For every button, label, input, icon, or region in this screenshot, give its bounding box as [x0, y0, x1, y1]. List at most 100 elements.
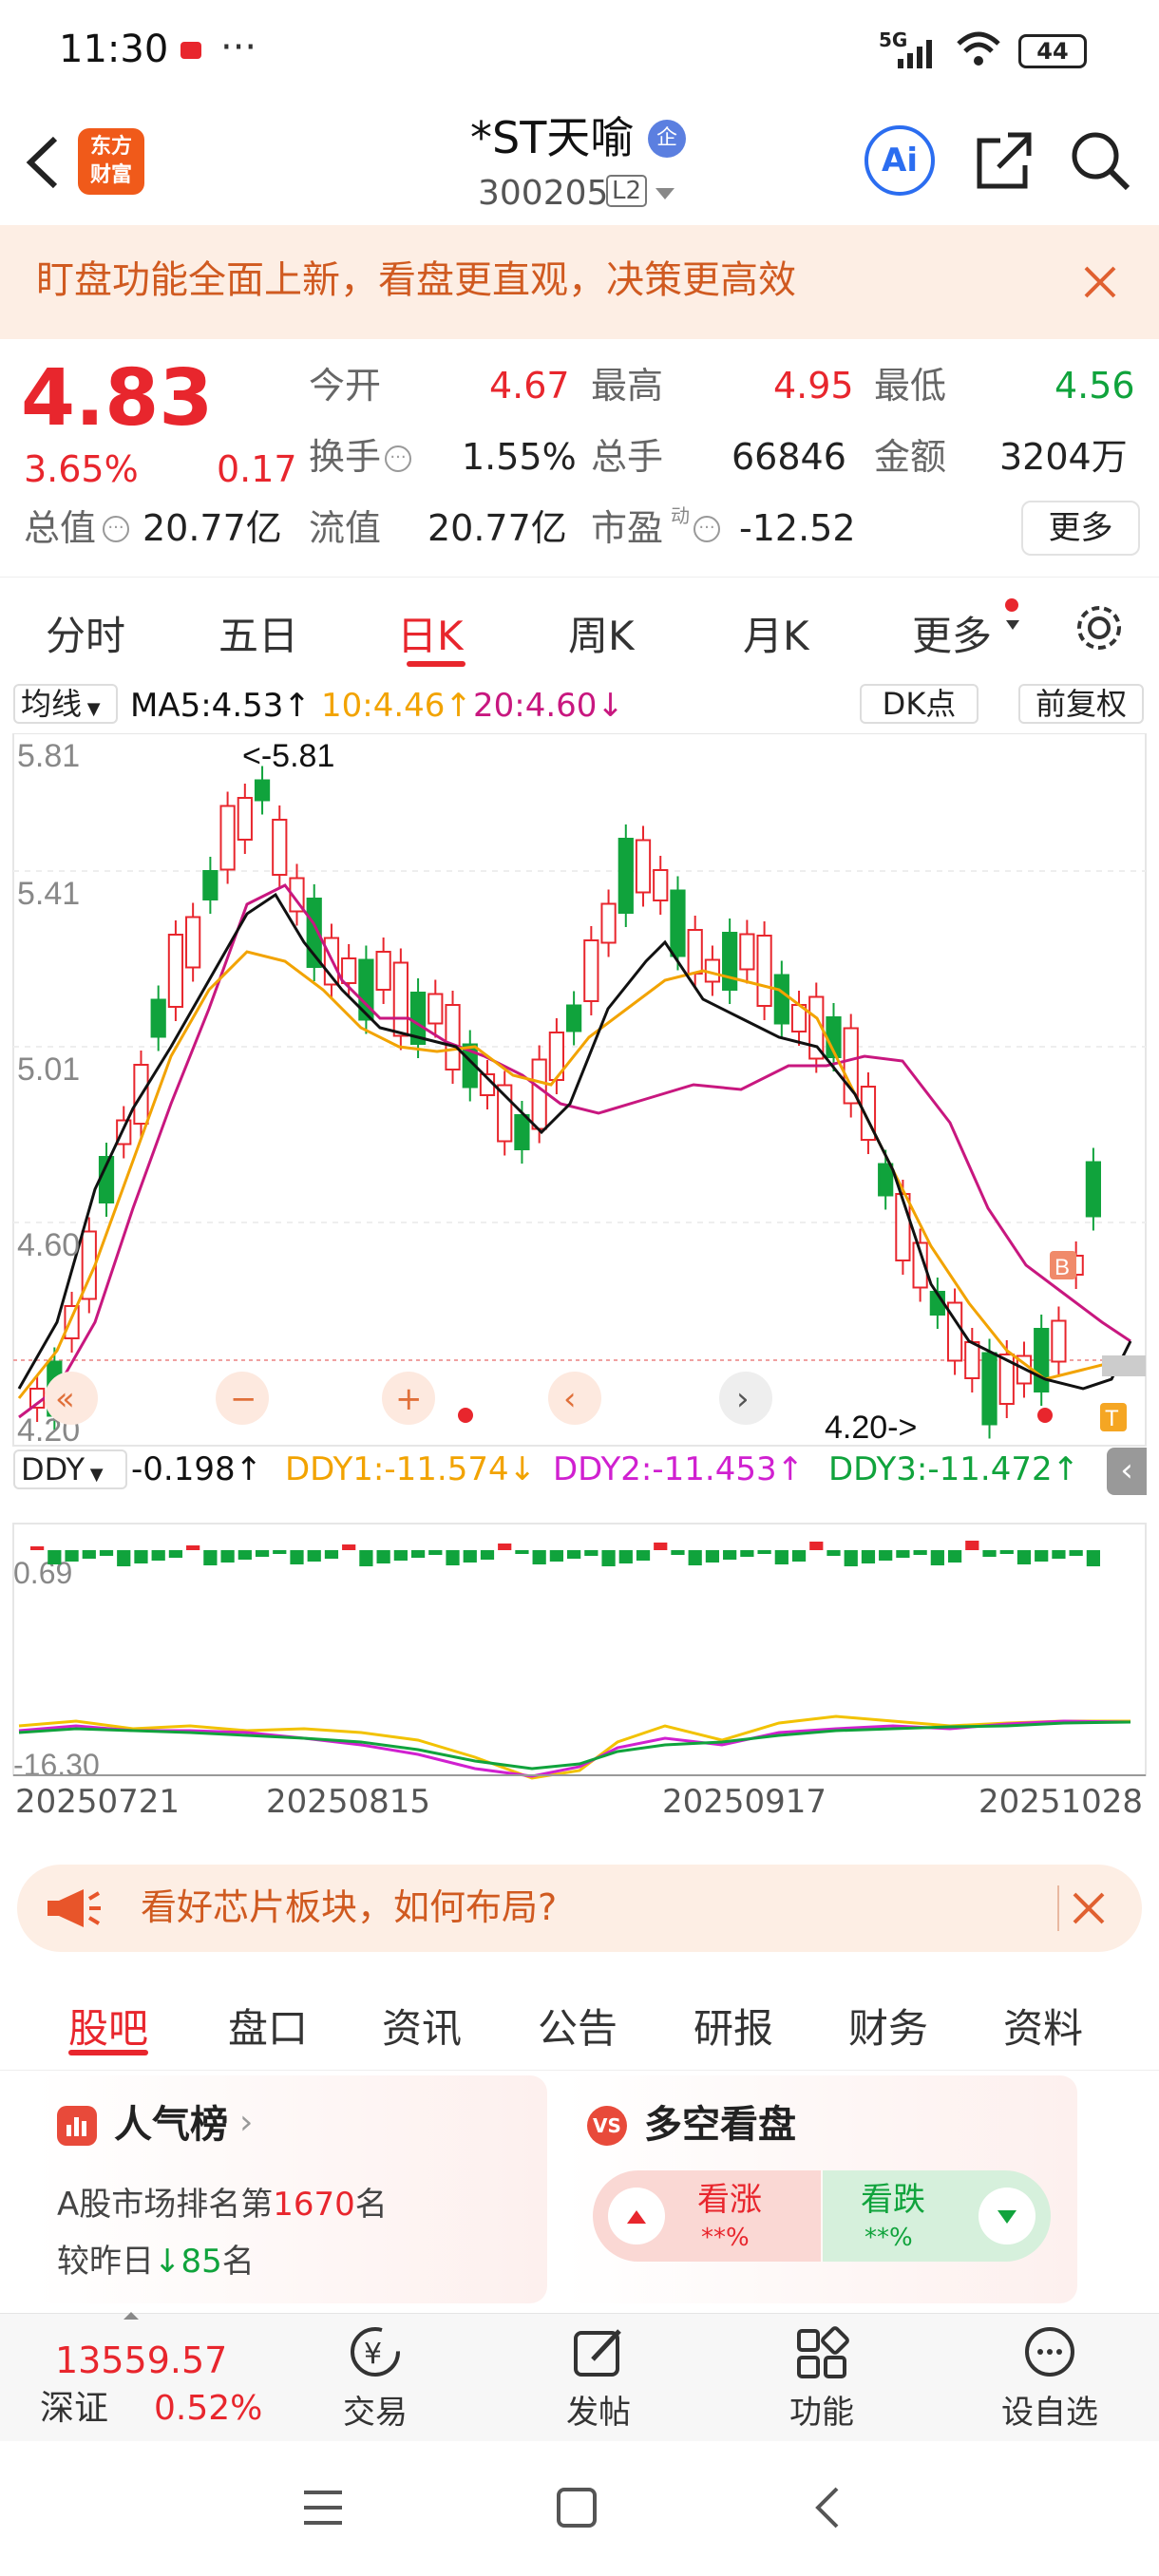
ddy-bar	[947, 1550, 962, 1563]
candle	[375, 951, 391, 991]
ddy-bar	[82, 1550, 96, 1559]
change-value: 85	[180, 2243, 222, 2281]
candle	[722, 932, 738, 991]
mktcap-value: 20.77亿	[142, 507, 282, 549]
chevron-right-icon: ›	[736, 1380, 750, 1418]
candle	[843, 1027, 859, 1105]
tab-weekly-k[interactable]: 周K	[568, 604, 635, 662]
home-icon[interactable]	[556, 2487, 598, 2529]
pe-label: 市盈	[591, 507, 664, 549]
promo-bar[interactable]: 看好芯片板块，如何布局?	[17, 1865, 1142, 1952]
popularity-card[interactable]: 人气榜 › A股市场排名第1670名 较昨日↓85名	[34, 2075, 547, 2303]
red-dot	[1037, 1408, 1053, 1423]
dropdown-icon: ▼	[82, 699, 101, 719]
status-time: 11:30	[59, 28, 169, 71]
amount-value: 3204万	[999, 436, 1128, 478]
indicator-select[interactable]: DDY ▼	[13, 1449, 127, 1489]
ddy-bar	[220, 1550, 235, 1563]
status-dots: ···	[220, 26, 257, 69]
amount-label: 金额	[874, 436, 947, 478]
candle	[670, 889, 686, 957]
svg-text:¥: ¥	[364, 2338, 382, 2371]
info-icon[interactable]: ···	[694, 516, 720, 542]
subtab-profile[interactable]: 资料	[1003, 1997, 1083, 2055]
axis-label-3: 5.01	[17, 1051, 80, 1088]
ma-select[interactable]: 均线 ▼	[13, 684, 118, 724]
function-button[interactable]: 功能	[770, 2323, 874, 2437]
vs-icon: VS	[587, 2106, 627, 2146]
ma5-legend: MA5:4.53↑	[130, 687, 311, 725]
info-icon[interactable]: ···	[385, 445, 411, 472]
add-watchlist-button[interactable]: 设自选	[988, 2323, 1112, 2437]
change-suffix: 名	[221, 2243, 255, 2281]
bullbear-card[interactable]: VS 多空看盘 看涨 **% 看跌 **%	[564, 2075, 1077, 2303]
close-icon[interactable]	[1083, 265, 1117, 299]
last-price: 4.83	[21, 353, 214, 444]
ddy-value: -0.198↑	[131, 1450, 263, 1488]
ddy-bar	[688, 1550, 702, 1565]
wifi-icon	[957, 31, 1000, 66]
ddy-bar	[99, 1550, 114, 1556]
settings-icon[interactable]	[1072, 600, 1127, 655]
rank-value: 1670	[273, 2186, 355, 2224]
tab-intraday[interactable]: 分时	[46, 604, 125, 662]
more-button[interactable]: 更多	[1021, 501, 1140, 556]
subtab-forum[interactable]: 股吧	[68, 1997, 148, 2055]
subtab-orderbook[interactable]: 盘口	[228, 1997, 308, 2055]
app-logo: 东方 财富	[78, 128, 144, 195]
candle	[739, 933, 755, 971]
search-icon[interactable]	[1069, 129, 1131, 192]
dk-button[interactable]: DK点	[860, 684, 978, 724]
double-chevron-left-icon: «	[55, 1380, 75, 1418]
candle	[878, 1163, 894, 1197]
turnover-label: 换手	[309, 436, 382, 478]
red-dot	[1005, 598, 1018, 612]
code-dropdown-icon[interactable]	[654, 186, 676, 201]
promo-text: 看好芯片板块，如何布局?	[141, 1886, 558, 1928]
collapse-panel-button[interactable]: ‹	[1107, 1448, 1147, 1495]
feature-banner[interactable]: 盯盘功能全面上新，看盘更直观，决策更高效	[0, 225, 1159, 339]
ddy-bar	[1035, 1550, 1049, 1562]
candle	[773, 974, 789, 1025]
subtab-financials[interactable]: 财务	[848, 1997, 928, 2055]
index-name[interactable]: 深证	[40, 2392, 108, 2426]
menu-icon[interactable]	[302, 2489, 344, 2527]
share-icon[interactable]	[974, 129, 1035, 192]
bullish-button[interactable]: 看涨 **%	[593, 2170, 821, 2262]
bearish-label: 看跌	[861, 2181, 925, 2219]
subtab-news[interactable]: 资讯	[382, 1997, 462, 2055]
back-nav-icon[interactable]	[812, 2485, 841, 2530]
trade-button[interactable]: ¥ 交易	[323, 2323, 428, 2437]
ddy-bar	[48, 1550, 62, 1564]
ddy-bar	[393, 1550, 408, 1561]
adjust-button[interactable]: 前复权	[1018, 684, 1144, 724]
function-label: 功能	[789, 2394, 854, 2432]
tab-active-indicator	[407, 661, 466, 667]
ddy-bar	[913, 1550, 927, 1555]
bearish-button[interactable]: 看跌 **%	[823, 2170, 1051, 2262]
kline-chart[interactable]: 5.81 5.41 5.01 4.60 4.20 <-5.81 4.20-> «…	[0, 733, 1159, 1797]
candle	[254, 779, 271, 802]
close-icon[interactable]	[1072, 1891, 1106, 1925]
back-icon[interactable]	[21, 133, 63, 192]
ddy-bar	[844, 1550, 858, 1566]
post-label: 发帖	[566, 2394, 631, 2432]
index-percent[interactable]: 0.52%	[154, 2392, 262, 2426]
index-value[interactable]: 13559.57	[55, 2342, 227, 2378]
low-label: 最低	[874, 365, 947, 407]
post-button[interactable]: 发帖	[546, 2323, 651, 2437]
rank-suffix: 名	[354, 2186, 388, 2224]
ddy-bar	[930, 1550, 944, 1565]
ai-button[interactable]: Ai	[864, 125, 935, 196]
tab-five-day[interactable]: 五日	[218, 604, 298, 662]
info-icon[interactable]: ···	[103, 516, 129, 542]
axis-label-top: 5.81	[17, 738, 80, 774]
subtab-announcements[interactable]: 公告	[538, 1997, 618, 2055]
tab-monthly-k[interactable]: 月K	[743, 604, 809, 662]
ai-label: Ai	[882, 142, 918, 180]
high-label: 最高	[591, 365, 664, 407]
battery-level: 44	[1036, 38, 1069, 65]
tab-more[interactable]: 更多	[912, 604, 992, 662]
subtab-research[interactable]: 研报	[694, 1997, 773, 2055]
tab-daily-k[interactable]: 日K	[397, 604, 464, 662]
